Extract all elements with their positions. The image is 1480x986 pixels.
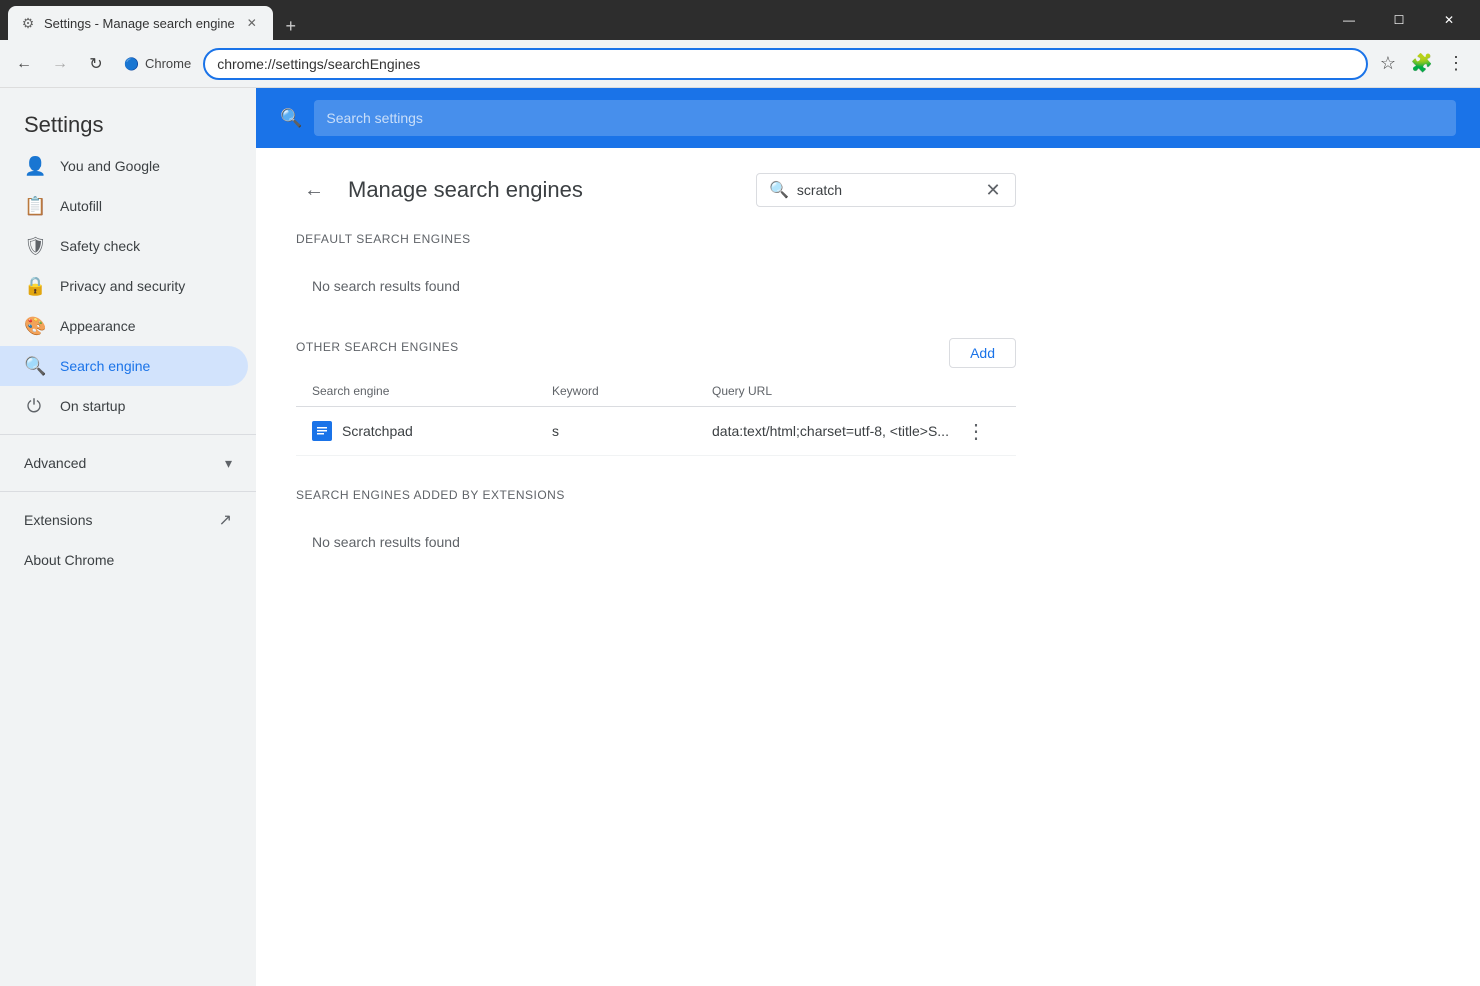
extensions-no-results: No search results found [296,522,1016,562]
lock-icon: 🔒 [24,276,44,297]
sidebar-divider-2 [0,491,256,492]
sidebar-item-autofill[interactable]: 📋 Autofill [0,186,248,226]
tab-title: Settings - Manage search engine [44,16,235,31]
sidebar: Settings 👤 You and Google 📋 Autofill 🛡 S… [0,88,256,986]
engine-keyword: s [552,423,712,439]
site-name: Chrome [145,56,191,71]
sidebar-item-advanced[interactable]: Advanced ▾ [0,443,256,483]
search-engine-search-box[interactable]: 🔍 ✕ [756,173,1016,207]
site-globe-icon: 🔵 [124,57,139,71]
about-label: About Chrome [24,552,114,568]
external-link-icon: ↗ [219,510,232,530]
bookmark-button[interactable]: ☆ [1372,48,1404,80]
search-settings-bar: 🔍 [256,88,1480,148]
search-settings-input[interactable] [314,100,1456,136]
content-panel: 🔍 ← Manage search engines 🔍 ✕ [256,88,1480,986]
sidebar-item-privacy-security[interactable]: 🔒 Privacy and security [0,266,248,306]
other-section-title: Other search engines [296,340,459,358]
address-input[interactable] [217,56,1354,72]
engine-more-button[interactable]: ⋮ [960,415,992,447]
title-bar: ⚙ Settings - Manage search engine ✕ + — … [0,0,1480,40]
sidebar-item-appearance[interactable]: 🎨 Appearance [0,306,248,346]
sidebar-label-autofill: Autofill [60,198,102,214]
settings-main-content: ← Manage search engines 🔍 ✕ Default sear… [256,148,1056,618]
engine-url: data:text/html;charset=utf-8, <title>S..… [712,423,960,439]
chrome-menu-button[interactable]: ⋮ [1440,48,1472,80]
other-section-header: Other search engines Add [296,338,1016,368]
extensions-label: Extensions [24,512,92,528]
sidebar-label-safety-check: Safety check [60,238,140,254]
sidebar-label-appearance: Appearance [60,318,136,334]
sidebar-divider [0,434,256,435]
extensions-button[interactable]: 🧩 [1406,48,1438,80]
col-header-name: Search engine [312,384,552,398]
extensions-section-header: Search engines added by extensions [296,488,1016,514]
autofill-icon: 📋 [24,196,44,217]
engine-name: Scratchpad [342,423,413,439]
col-header-url: Query URL [712,384,960,398]
maximize-button[interactable]: ☐ [1376,5,1422,35]
settings-title: Settings [0,96,256,146]
default-search-engines-section: Default search engines No search results… [296,232,1016,306]
sidebar-label-you-and-google: You and Google [60,158,160,174]
page-back-button[interactable]: ← [296,172,332,208]
sidebar-item-you-and-google[interactable]: 👤 You and Google [0,146,248,186]
search-box-clear-button[interactable]: ✕ [983,180,1003,200]
main-content: Settings 👤 You and Google 📋 Autofill 🛡 S… [0,88,1480,986]
nav-actions: ☆ 🧩 ⋮ [1372,48,1472,80]
sidebar-item-extensions[interactable]: Extensions ↗ [0,500,256,540]
nav-bar: ← → ↻ 🔵 Chrome ☆ 🧩 ⋮ [0,40,1480,88]
default-no-results: No search results found [296,266,1016,306]
default-section-header: Default search engines [296,232,1016,258]
page-title: Manage search engines [348,177,740,203]
col-header-keyword: Keyword [552,384,712,398]
search-icon: 🔍 [24,356,44,377]
new-tab-button[interactable]: + [277,12,305,40]
power-icon: ⏻ [24,396,44,417]
sidebar-label-privacy-security: Privacy and security [60,278,185,294]
other-search-engines-section: Other search engines Add Search engine K… [296,338,1016,456]
address-bar-container[interactable] [203,48,1368,80]
engine-name-cell: Scratchpad [312,421,552,441]
window-controls: — ☐ ✕ [1326,5,1472,35]
site-info: 🔵 Chrome [116,56,199,71]
advanced-label: Advanced [24,455,86,471]
minimize-button[interactable]: — [1326,5,1372,35]
active-tab[interactable]: ⚙ Settings - Manage search engine ✕ [8,6,273,40]
table-header: Search engine Keyword Query URL [296,376,1016,407]
sidebar-item-safety-check[interactable]: 🛡 Safety check [0,226,248,266]
sidebar-label-on-startup: On startup [60,398,125,414]
extensions-search-engines-section: Search engines added by extensions No se… [296,488,1016,562]
palette-icon: 🎨 [24,316,44,337]
refresh-button[interactable]: ↻ [80,48,112,80]
tab-bar: ⚙ Settings - Manage search engine ✕ + [8,0,1318,40]
tab-favicon: ⚙ [20,15,36,31]
shield-icon: 🛡 [24,236,44,257]
table-row[interactable]: Scratchpad s data:text/html;charset=utf-… [296,407,1016,456]
sidebar-label-search-engine: Search engine [60,358,150,374]
advanced-arrow-icon: ▾ [225,455,232,472]
close-button[interactable]: ✕ [1426,5,1472,35]
sidebar-item-on-startup[interactable]: ⏻ On startup [0,386,248,426]
col-header-actions [960,384,1000,398]
search-settings-icon: 🔍 [280,108,302,129]
sidebar-item-search-engine[interactable]: 🔍 Search engine [0,346,248,386]
add-search-engine-button[interactable]: Add [949,338,1016,368]
search-box-input[interactable] [797,182,975,198]
tab-gear-icon: ⚙ [22,15,35,32]
back-button[interactable]: ← [8,48,40,80]
page-header: ← Manage search engines 🔍 ✕ [296,172,1016,208]
extensions-section-title: Search engines added by extensions [296,488,565,506]
person-icon: 👤 [24,156,44,177]
browser-window: ⚙ Settings - Manage search engine ✕ + — … [0,0,1480,986]
default-section-title: Default search engines [296,232,471,250]
forward-button[interactable]: → [44,48,76,80]
sidebar-item-about[interactable]: About Chrome [0,540,256,580]
tab-close-button[interactable]: ✕ [243,14,261,32]
search-box-icon: 🔍 [769,180,789,200]
scratchpad-favicon [312,421,332,441]
